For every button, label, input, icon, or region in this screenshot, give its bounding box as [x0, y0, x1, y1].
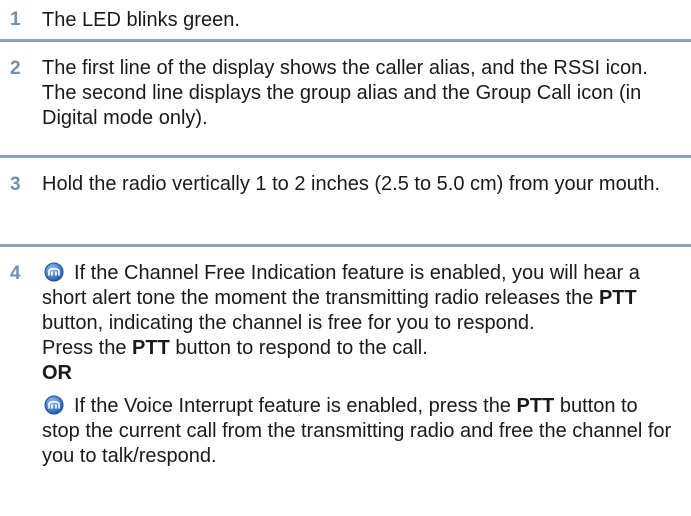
- step-number: 3: [10, 174, 21, 195]
- instruction-steps: 1 The LED blinks green. 2 The first line…: [0, 0, 691, 469]
- step-text: Hold the radio vertically 1 to 2 inches …: [42, 173, 661, 195]
- press-text-1: Press the: [42, 337, 133, 359]
- step-number: 2: [10, 58, 21, 79]
- step-number: 1: [10, 9, 21, 30]
- voice-interrupt-text-1: If the Voice Interrupt feature is enable…: [74, 395, 517, 417]
- step-body: If the Channel Free Indication feature i…: [42, 257, 679, 469]
- step-3: 3 Hold the radio vertically 1 to 2 inche…: [0, 165, 691, 247]
- step-4: 4 If the Channel Free Indication feature…: [0, 257, 691, 469]
- feature-badge-icon: [44, 395, 64, 415]
- ptt-label: PTT: [132, 337, 170, 359]
- channel-free-text-2: button, indicating the channel is free f…: [42, 312, 535, 334]
- ptt-label: PTT: [598, 287, 637, 309]
- step-text: The LED blinks green.: [42, 9, 240, 31]
- voice-interrupt-paragraph: If the Voice Interrupt feature is enable…: [42, 394, 679, 469]
- step-number: 4: [10, 263, 21, 284]
- or-label: OR: [42, 362, 72, 384]
- channel-free-text-1: If the Channel Free Indication feature i…: [42, 262, 640, 309]
- press-text-2: button to respond to the call.: [169, 337, 428, 359]
- step-text: The first line of the display shows the …: [42, 57, 648, 129]
- ptt-label: PTT: [516, 395, 555, 417]
- channel-free-paragraph: If the Channel Free Indication feature i…: [42, 261, 679, 336]
- step-2: 2 The first line of the display shows th…: [0, 49, 691, 158]
- step-1: 1 The LED blinks green.: [0, 0, 691, 42]
- feature-badge-icon: [44, 262, 64, 282]
- press-ptt-line: Press the PTT button to respond to the c…: [42, 336, 679, 361]
